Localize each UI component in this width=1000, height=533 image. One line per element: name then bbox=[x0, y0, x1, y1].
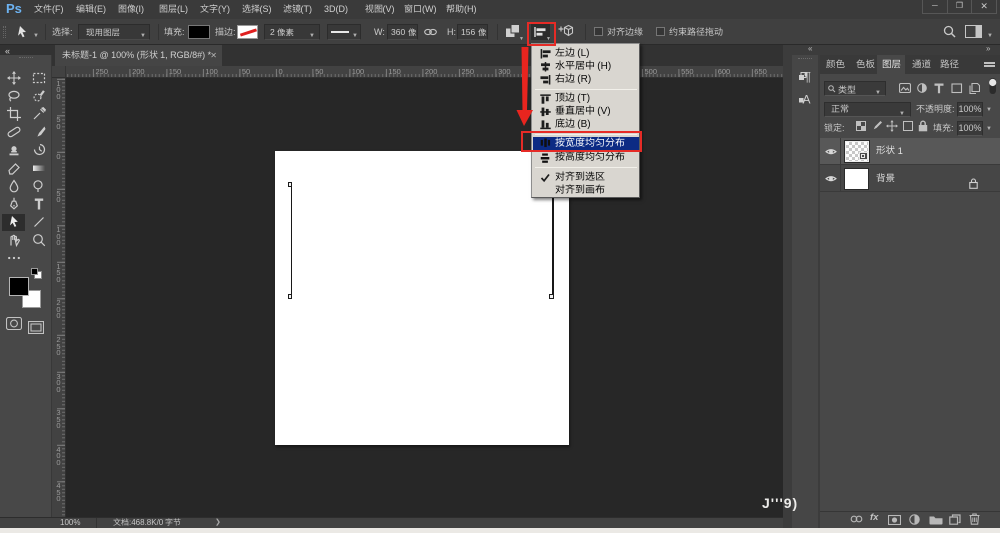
svg-text:A: A bbox=[803, 93, 811, 107]
svg-text:¶: ¶ bbox=[804, 69, 811, 84]
